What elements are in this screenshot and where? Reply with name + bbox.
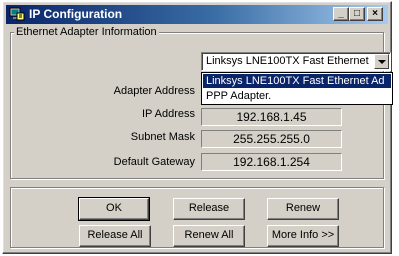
adapter-address-label: Adapter Address	[113, 85, 195, 97]
adapter-dropdown-button[interactable]	[374, 54, 389, 69]
network-computer-icon	[9, 7, 25, 21]
subnet-mask-label: Subnet Mask	[130, 131, 195, 143]
release-button[interactable]: Release	[173, 198, 245, 220]
dropdown-option-linksys[interactable]: Linksys LNE100TX Fast Ethernet Ad	[203, 74, 391, 88]
adapter-select[interactable]: Linksys LNE100TX Fast Ethernet	[201, 52, 391, 71]
more-info-button[interactable]: More Info >>	[267, 225, 339, 247]
default-gateway-value: 192.168.1.254	[201, 153, 342, 171]
ok-button[interactable]: OK	[78, 197, 150, 221]
maximize-button[interactable]: □	[349, 7, 365, 21]
adapter-group-legend: Ethernet Adapter Information	[14, 26, 159, 38]
chevron-down-icon	[378, 60, 386, 64]
title-bar[interactable]: IP Configuration _ □ ×	[6, 5, 388, 24]
dropdown-option-ppp[interactable]: PPP Adapter.	[203, 89, 391, 103]
minimize-button[interactable]: _	[333, 7, 349, 21]
default-gateway-label: Default Gateway	[113, 156, 195, 168]
renew-all-button[interactable]: Renew All	[173, 225, 245, 247]
release-all-button[interactable]: Release All	[79, 225, 151, 247]
ip-address-value: 192.168.1.45	[201, 108, 342, 126]
ip-configuration-window: IP Configuration _ □ × Ethernet Adapter …	[2, 1, 393, 254]
renew-button[interactable]: Renew	[267, 198, 339, 220]
subnet-mask-value: 255.255.255.0	[201, 130, 342, 148]
adapter-dropdown-list: Linksys LNE100TX Fast Ethernet Ad PPP Ad…	[201, 72, 393, 105]
ip-address-label: IP Address	[142, 108, 195, 120]
adapter-select-value: Linksys LNE100TX Fast Ethernet	[206, 55, 369, 67]
window-title: IP Configuration	[29, 7, 123, 21]
close-button[interactable]: ×	[367, 7, 383, 21]
